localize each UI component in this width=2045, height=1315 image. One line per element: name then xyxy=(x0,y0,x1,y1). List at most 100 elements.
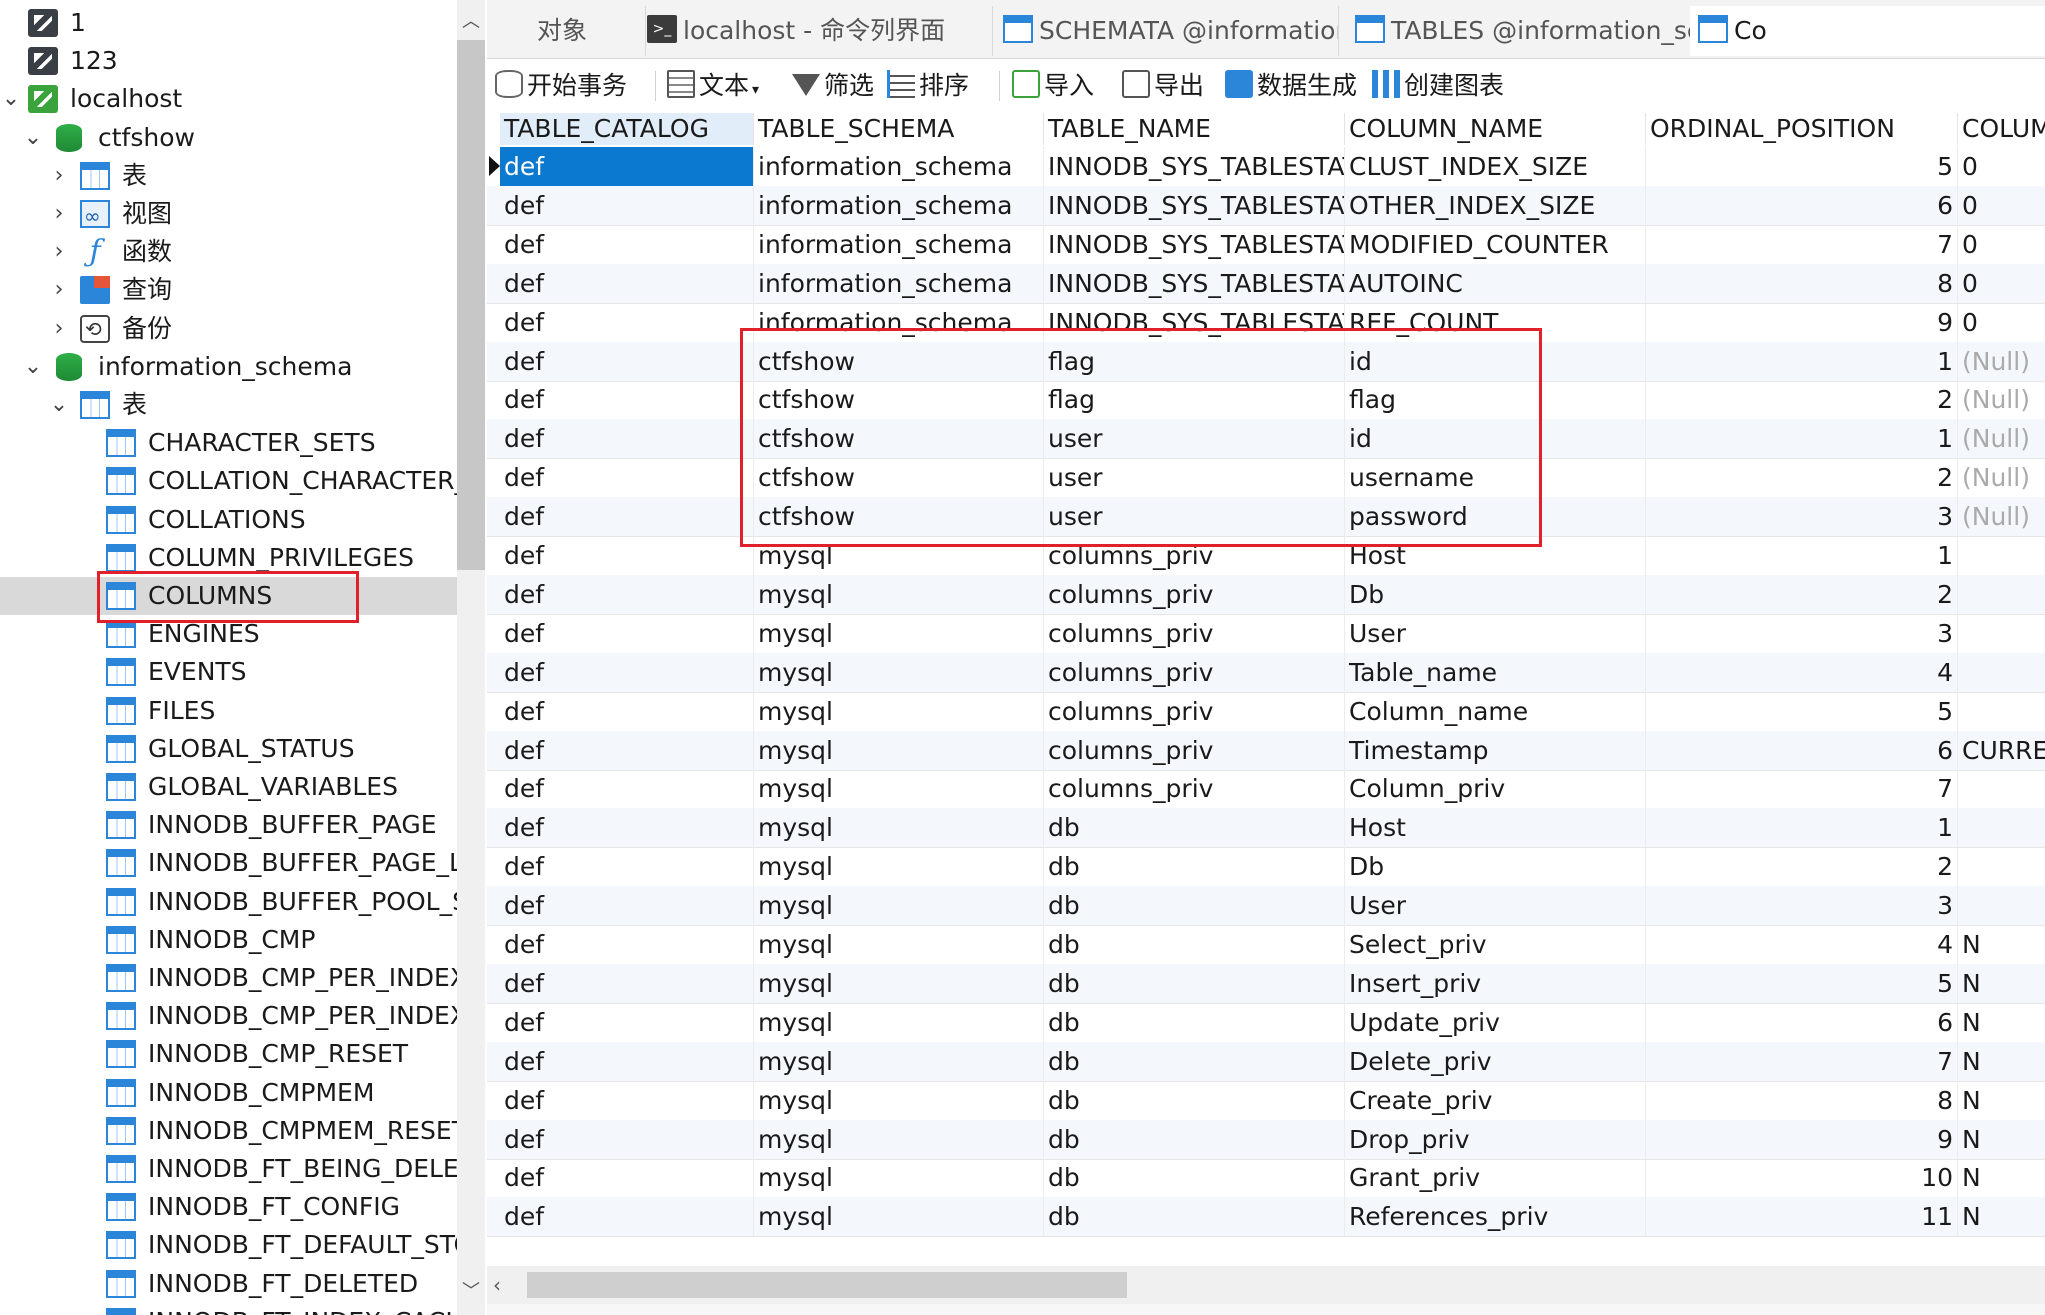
horizontal-scrollbar[interactable]: ‹ xyxy=(487,1266,2045,1304)
tab-tables[interactable]: TABLES @information_schema (l... xyxy=(1347,6,1691,56)
table-cell[interactable]: 9 xyxy=(1646,1119,1958,1159)
tree-table-item[interactable]: INNODB_CMPMEM xyxy=(0,1074,457,1112)
import-button[interactable]: 导入 xyxy=(1012,67,1094,105)
table-row[interactable]: def mysql db Grant_priv 10 N xyxy=(487,1158,2045,1199)
table-cell[interactable]: 3 xyxy=(1646,886,1958,926)
table-cell[interactable]: AUTOINC xyxy=(1345,263,1646,303)
export-button[interactable]: 导出 xyxy=(1122,67,1204,105)
table-cell[interactable]: mysql xyxy=(754,808,1044,848)
table-cell[interactable]: (Null) xyxy=(1958,419,2045,458)
table-cell[interactable]: 3 xyxy=(1646,497,1958,537)
table-cell[interactable] xyxy=(1958,575,2045,614)
table-cell[interactable] xyxy=(1958,692,2045,731)
table-cell[interactable]: def xyxy=(500,1080,754,1120)
table-cell[interactable]: mysql xyxy=(754,1158,1044,1198)
table-row[interactable]: def information_schema INNODB_SYS_TABLESTA… xyxy=(487,224,2045,265)
connection-123[interactable]: 123 xyxy=(0,42,457,80)
table-cell[interactable]: username xyxy=(1345,458,1646,498)
table-row[interactable]: def ctfshow user password 3 (Null) xyxy=(487,497,2045,538)
table-cell[interactable]: columns_priv xyxy=(1044,652,1345,692)
table-cell[interactable]: id xyxy=(1345,341,1646,381)
table-cell[interactable]: (Null) xyxy=(1958,380,2045,419)
table-cell[interactable]: mysql xyxy=(754,847,1044,887)
table-cell[interactable] xyxy=(1958,614,2045,653)
table-cell[interactable]: 2 xyxy=(1646,574,1958,614)
table-cell[interactable]: 4 xyxy=(1646,652,1958,692)
table-cell[interactable]: Db xyxy=(1345,847,1646,887)
table-row[interactable]: def information_schema INNODB_SYS_TABLESTA… xyxy=(487,302,2045,343)
table-cell[interactable]: 0 xyxy=(1958,264,2045,303)
table-row[interactable]: def mysql columns_priv Column_priv 7 xyxy=(487,769,2045,810)
tree-table-item[interactable]: INNODB_CMP xyxy=(0,921,457,959)
tree-table-item[interactable]: INNODB_FT_BEING_DELETI xyxy=(0,1150,457,1188)
table-cell[interactable]: 11 xyxy=(1646,1197,1958,1237)
tab-columns-active[interactable]: Co xyxy=(1690,6,2045,56)
data-grid[interactable]: TABLE_CATALOG TABLE_SCHEMA TABLE_NAME COLUM… xyxy=(487,113,2045,1266)
table-cell[interactable]: def xyxy=(500,925,754,964)
table-cell[interactable]: N xyxy=(1958,1158,2045,1197)
tree-table-item[interactable]: INNODB_FT_INDEX_CACHI xyxy=(0,1303,457,1315)
table-cell[interactable]: INNODB_SYS_TABLESTATS xyxy=(1044,185,1345,225)
table-cell[interactable]: 9 xyxy=(1646,302,1958,342)
tree-table-item[interactable]: INNODB_FT_DEFAULT_STC xyxy=(0,1226,457,1264)
table-cell[interactable]: def xyxy=(500,458,754,498)
chevron-right-icon[interactable]: › xyxy=(48,157,70,195)
table-cell[interactable]: Column_name xyxy=(1345,691,1646,731)
sidebar-scrollbar[interactable]: ︿ ﹀ xyxy=(457,0,485,1315)
table-cell[interactable]: mysql xyxy=(754,1197,1044,1237)
column-header[interactable]: ORDINAL_POSITION xyxy=(1646,113,1958,145)
table-cell[interactable]: (Null) xyxy=(1958,497,2045,536)
table-row[interactable]: def mysql columns_priv Db 2 xyxy=(487,574,2045,615)
table-cell[interactable]: N xyxy=(1958,1003,2045,1042)
column-header[interactable]: TABLE_CATALOG xyxy=(500,113,754,145)
table-cell[interactable]: 2 xyxy=(1646,458,1958,498)
table-row[interactable]: def mysql db Create_priv 8 N xyxy=(487,1080,2045,1121)
table-cell[interactable]: Db xyxy=(1345,574,1646,614)
table-cell[interactable]: ctfshow xyxy=(754,497,1044,537)
table-cell[interactable]: mysql xyxy=(754,1080,1044,1120)
chevron-right-icon[interactable]: › xyxy=(48,195,70,233)
table-cell[interactable]: information_schema xyxy=(754,224,1044,264)
table-cell[interactable]: 0 xyxy=(1958,225,2045,264)
table-cell[interactable]: information_schema xyxy=(754,302,1044,342)
tree-table-item[interactable]: INNODB_CMP_PER_INDEX xyxy=(0,959,457,997)
table-cell[interactable]: def xyxy=(500,1197,754,1237)
tree-views[interactable]: › 视图 xyxy=(0,195,457,233)
table-cell[interactable]: 6 xyxy=(1646,185,1958,225)
table-cell[interactable]: columns_priv xyxy=(1044,574,1345,614)
table-cell[interactable]: user xyxy=(1044,497,1345,537)
tree-table-item[interactable]: INNODB_CMPMEM_RESET xyxy=(0,1112,457,1150)
tree-table-item[interactable]: COLUMN_PRIVILEGES xyxy=(0,539,457,577)
table-cell[interactable]: def xyxy=(500,185,754,225)
database-ctfshow[interactable]: ⌄ ctfshow xyxy=(0,119,457,157)
table-cell[interactable]: mysql xyxy=(754,574,1044,614)
table-row[interactable]: def mysql columns_priv Column_name 5 xyxy=(487,691,2045,732)
table-cell[interactable]: 3 xyxy=(1646,613,1958,653)
table-cell[interactable]: flag xyxy=(1345,380,1646,420)
table-cell[interactable] xyxy=(1958,808,2045,847)
data-generation-button[interactable]: 数据生成 xyxy=(1225,67,1357,105)
tab-command-line[interactable]: >_ localhost - 命令列界面 xyxy=(647,6,993,56)
table-cell[interactable]: db xyxy=(1044,963,1345,1003)
table-row[interactable]: def mysql db Drop_priv 9 N xyxy=(487,1119,2045,1160)
tab-objects[interactable]: 对象 xyxy=(487,6,646,56)
table-cell[interactable]: def xyxy=(500,613,754,653)
table-cell[interactable]: 2 xyxy=(1646,847,1958,887)
table-cell[interactable]: Select_priv xyxy=(1345,925,1646,964)
sidebar-scroll-thumb[interactable] xyxy=(457,40,485,570)
table-cell[interactable]: flag xyxy=(1044,341,1345,381)
tree-functions[interactable]: › ƒ 函数 xyxy=(0,233,457,271)
table-row[interactable]: def mysql db Db 2 xyxy=(487,847,2045,888)
table-row[interactable]: def mysql db User 3 xyxy=(487,886,2045,927)
table-row[interactable]: defmysqlcolumns_privTimestamp6CURRENT xyxy=(487,730,2045,771)
table-cell[interactable] xyxy=(1958,769,2045,808)
table-row[interactable]: def information_schema INNODB_SYS_TABLESTA… xyxy=(487,263,2045,304)
table-cell[interactable]: columns_priv xyxy=(1044,613,1345,653)
table-row[interactable]: def mysql db Update_priv 6 N xyxy=(487,1002,2045,1043)
table-cell[interactable]: def xyxy=(500,730,754,770)
table-cell[interactable]: 0 xyxy=(1958,186,2045,225)
table-cell[interactable]: 7 xyxy=(1646,769,1958,809)
table-row[interactable]: def mysql db Insert_priv 5 N xyxy=(487,963,2045,1004)
table-cell[interactable]: Insert_priv xyxy=(1345,963,1646,1003)
table-cell[interactable] xyxy=(1958,847,2045,886)
